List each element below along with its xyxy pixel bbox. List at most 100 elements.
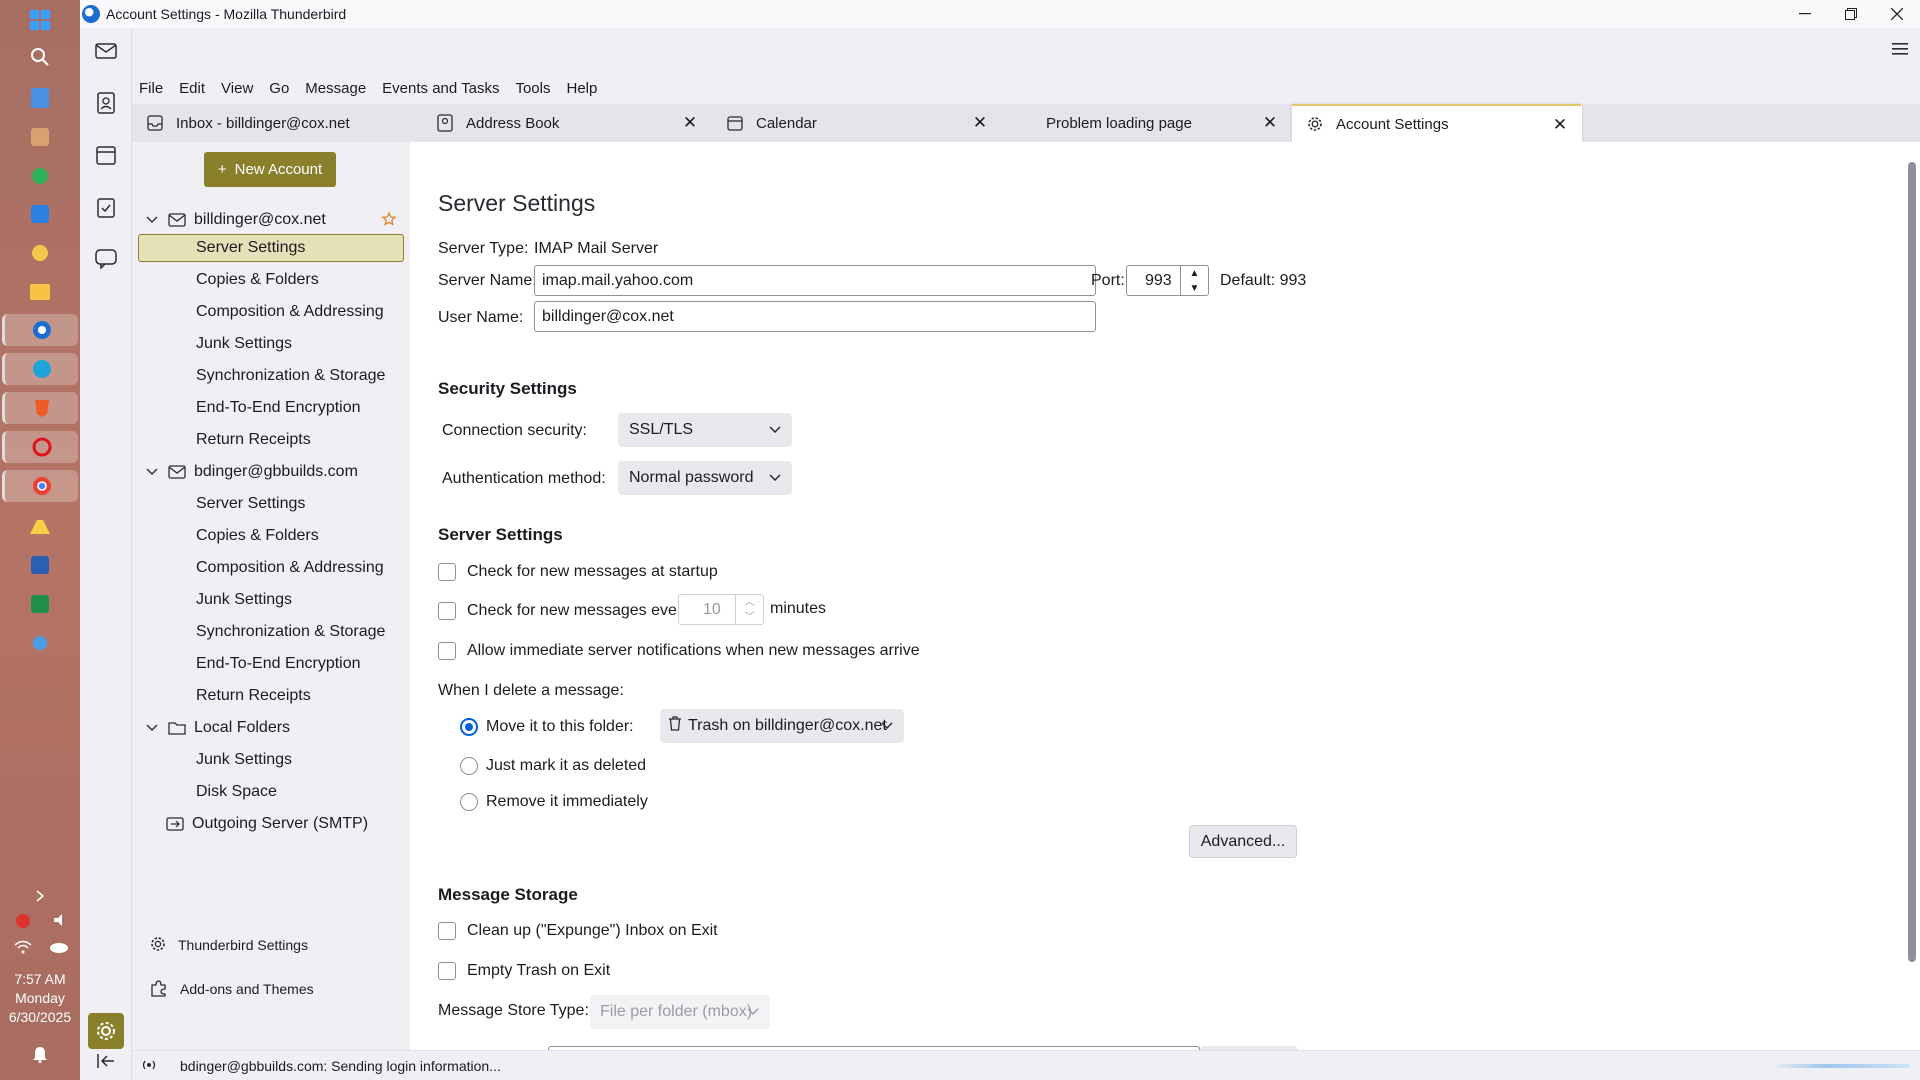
radio-button[interactable]: [460, 757, 478, 775]
onedrive-icon[interactable]: [48, 940, 68, 960]
addons-themes-link[interactable]: Add-ons and Themes: [150, 976, 314, 1002]
tab-inbox[interactable]: Inbox - billdinger@cox.net: [132, 104, 422, 142]
volume-icon[interactable]: [52, 912, 68, 932]
thunderbird-settings-link[interactable]: Thunderbird Settings: [150, 932, 308, 958]
paint-app-icon[interactable]: [24, 237, 56, 269]
collapse-spaces-icon[interactable]: [93, 1048, 119, 1074]
menu-go[interactable]: Go: [261, 80, 297, 97]
tree-item-junk[interactable]: Junk Settings: [196, 746, 292, 774]
tree-item-return-receipts[interactable]: Return Receipts: [196, 426, 311, 454]
tree-item-sync-storage[interactable]: Synchronization & Storage: [196, 618, 385, 646]
tree-item-server-settings[interactable]: Server Settings: [196, 234, 305, 262]
tab-address-book[interactable]: Address Book ✕: [422, 104, 712, 142]
port-input[interactable]: 993: [1126, 265, 1181, 296]
auth-method-select[interactable]: Normal password: [618, 461, 792, 495]
address-book-space-icon[interactable]: [93, 90, 119, 116]
calendar-space-icon[interactable]: [93, 142, 119, 168]
allow-notifications-checkbox[interactable]: Allow immediate server notifications whe…: [438, 640, 920, 662]
menu-events-and-tasks[interactable]: Events and Tasks: [374, 80, 507, 97]
trash-folder-select[interactable]: Trash on billdinger@cox.net: [660, 709, 904, 743]
expunge-checkbox[interactable]: Clean up ("Expunge") Inbox on Exit: [438, 920, 718, 942]
menu-help[interactable]: Help: [559, 80, 606, 97]
interval-spinner[interactable]: ︿ ﹀: [736, 594, 764, 625]
close-icon[interactable]: ✕: [681, 114, 699, 132]
mark-deleted-radio[interactable]: Just mark it as deleted: [460, 755, 646, 777]
brave-taskbar-icon[interactable]: [2, 392, 78, 424]
chevron-down-icon[interactable]: [146, 213, 160, 227]
check-every-checkbox[interactable]: Check for new messages every: [438, 600, 690, 622]
tree-item-composition[interactable]: Composition & Addressing: [196, 298, 384, 326]
tree-item-e2e-encryption[interactable]: End-To-End Encryption: [196, 394, 361, 422]
checkbox[interactable]: [438, 563, 456, 581]
close-icon[interactable]: ✕: [971, 114, 989, 132]
checkbox[interactable]: [438, 962, 456, 980]
menu-tools[interactable]: Tools: [507, 80, 558, 97]
settings-app-icon[interactable]: [24, 627, 56, 659]
chevron-down-icon[interactable]: [146, 465, 160, 479]
close-icon[interactable]: ✕: [1261, 114, 1279, 132]
outgoing-server-item[interactable]: Outgoing Server (SMTP): [166, 810, 368, 838]
scrollbar-thumb[interactable]: [1908, 162, 1916, 962]
minimize-button[interactable]: [1782, 0, 1828, 28]
new-account-button[interactable]: + New Account: [204, 152, 336, 187]
remove-immediately-radio[interactable]: Remove it immediately: [460, 791, 648, 813]
word-app-icon[interactable]: [24, 549, 56, 581]
edge-taskbar-icon[interactable]: [2, 353, 78, 385]
chevron-down-icon[interactable]: [146, 721, 160, 735]
settings-space-icon[interactable]: [88, 1013, 124, 1049]
checkbox[interactable]: [438, 922, 456, 940]
move-to-folder-radio[interactable]: Move it to this folder:: [460, 716, 634, 738]
spin-down-icon[interactable]: ▼: [1181, 281, 1208, 296]
checkbox[interactable]: [438, 602, 456, 620]
tree-item-composition[interactable]: Composition & Addressing: [196, 554, 384, 582]
tree-item-server-settings[interactable]: Server Settings: [196, 490, 305, 518]
opera-taskbar-icon[interactable]: [2, 431, 78, 463]
notification-bell-icon[interactable]: [24, 1038, 56, 1070]
tree-item-junk[interactable]: Junk Settings: [196, 330, 292, 358]
check-interval-input[interactable]: 10: [678, 594, 736, 625]
tree-item-sync-storage[interactable]: Synchronization & Storage: [196, 362, 385, 390]
chrome-taskbar-icon[interactable]: [2, 470, 78, 502]
bluetooth-tray-icon[interactable]: [14, 912, 32, 932]
user-name-input[interactable]: billdinger@cox.net: [534, 301, 1096, 332]
close-icon[interactable]: ✕: [1551, 116, 1569, 134]
advanced-button[interactable]: Advanced...: [1189, 825, 1297, 858]
media-app-icon[interactable]: [24, 121, 56, 153]
tab-account-settings[interactable]: Account Settings ✕: [1292, 104, 1582, 142]
store-type-select[interactable]: File per folder (mbox): [590, 995, 770, 1029]
clock-time[interactable]: 7:57 AM: [0, 970, 80, 989]
drive-app-icon[interactable]: [24, 510, 56, 542]
tree-item-return-receipts[interactable]: Return Receipts: [196, 682, 311, 710]
tree-item-junk[interactable]: Junk Settings: [196, 586, 292, 614]
online-status-icon[interactable]: [140, 1058, 158, 1074]
menu-view[interactable]: View: [213, 80, 261, 97]
search-icon[interactable]: [24, 41, 56, 73]
thunderbird-taskbar-icon[interactable]: [2, 314, 78, 346]
chevron-right-icon[interactable]: [24, 880, 56, 912]
radio-button[interactable]: [460, 793, 478, 811]
empty-trash-checkbox[interactable]: Empty Trash on Exit: [438, 960, 610, 982]
excel-app-icon[interactable]: [24, 588, 56, 620]
account-billdinger[interactable]: billdinger@cox.net: [146, 206, 326, 234]
tree-item-disk-space[interactable]: Disk Space: [196, 778, 277, 806]
checkbox[interactable]: [438, 642, 456, 660]
mail-space-icon[interactable]: [93, 38, 119, 64]
spin-down-icon[interactable]: ﹀: [736, 610, 763, 625]
menu-file[interactable]: File: [132, 80, 171, 97]
check-startup-checkbox[interactable]: Check for new messages at startup: [438, 561, 718, 583]
spin-up-icon[interactable]: ▲: [1181, 266, 1208, 281]
tab-calendar[interactable]: Calendar ✕: [712, 104, 1002, 142]
server-name-input[interactable]: imap.mail.yahoo.com: [534, 265, 1096, 296]
tab-problem-loading[interactable]: Problem loading page ✕: [1002, 104, 1292, 142]
blue-app-icon[interactable]: [24, 198, 56, 230]
radio-button[interactable]: [460, 718, 478, 736]
app-menu-icon[interactable]: [1892, 42, 1908, 60]
menu-message[interactable]: Message: [297, 80, 374, 97]
account-bdinger[interactable]: bdinger@gbbuilds.com: [146, 458, 358, 486]
restore-button[interactable]: [1828, 0, 1874, 28]
chat-space-icon[interactable]: [93, 246, 119, 272]
tasks-space-icon[interactable]: [93, 194, 119, 220]
close-window-button[interactable]: [1874, 0, 1920, 28]
green-search-app-icon[interactable]: [24, 160, 56, 192]
tree-item-copies-folders[interactable]: Copies & Folders: [196, 522, 319, 550]
